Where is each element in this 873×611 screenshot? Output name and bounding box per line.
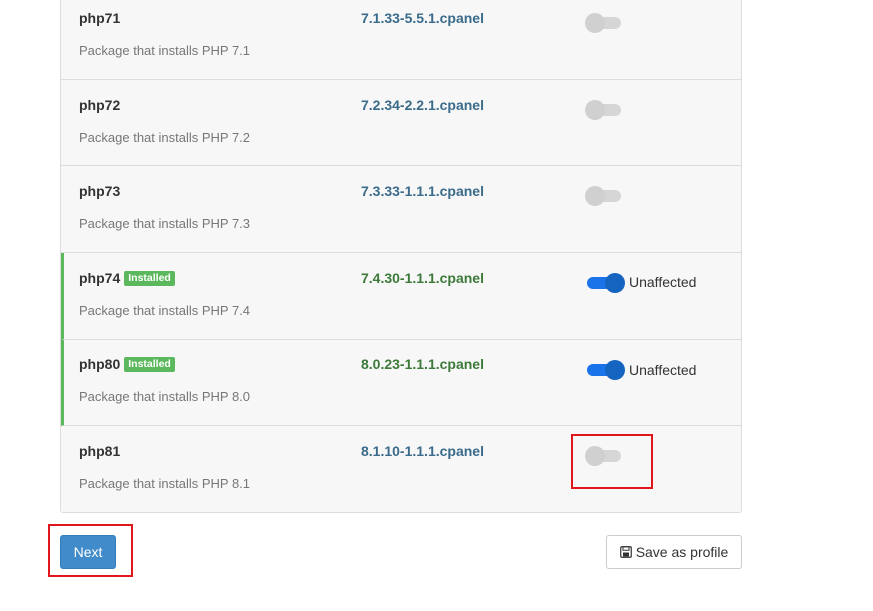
- package-status: Unaffected: [629, 362, 697, 378]
- save-as-profile-button[interactable]: Save as profile: [606, 535, 742, 569]
- package-row-php71: php71 Package that installs PHP 7.1 7.1.…: [61, 0, 741, 80]
- package-description: Package that installs PHP 8.0: [79, 389, 251, 404]
- package-description: Package that installs PHP 7.3: [79, 216, 251, 231]
- installed-badge: Installed: [124, 356, 175, 372]
- next-button[interactable]: Next: [60, 535, 116, 569]
- package-status: Unaffected: [629, 274, 697, 290]
- toggle-knob: [605, 360, 625, 380]
- package-list: php71 Package that installs PHP 7.1 7.1.…: [60, 0, 742, 513]
- package-description: Package that installs PHP 7.4: [79, 303, 251, 318]
- package-version: 7.3.33-1.1.1.cpanel: [361, 183, 484, 199]
- package-version: 7.2.34-2.2.1.cpanel: [361, 97, 484, 113]
- save-as-profile-label: Save as profile: [635, 544, 729, 560]
- package-toggle-php71[interactable]: [585, 13, 621, 33]
- package-description: Package that installs PHP 7.2: [79, 130, 251, 145]
- toggle-knob: [605, 273, 625, 293]
- package-toggle-php80[interactable]: [587, 360, 625, 380]
- package-name: php74 Installed: [79, 270, 175, 286]
- package-row-php74: php74 Installed Package that installs PH…: [61, 253, 741, 340]
- package-version: 8.0.23-1.1.1.cpanel: [361, 356, 484, 372]
- package-toggle-php81[interactable]: [585, 446, 621, 466]
- package-description: Package that installs PHP 8.1: [79, 476, 251, 491]
- package-toggle-php72[interactable]: [585, 100, 621, 120]
- toggle-knob: [585, 100, 605, 120]
- installed-badge: Installed: [124, 270, 175, 286]
- package-description: Package that installs PHP 7.1: [79, 43, 251, 58]
- package-version: 7.1.33-5.5.1.cpanel: [361, 10, 484, 26]
- toggle-knob: [585, 446, 605, 466]
- package-toggle-php73[interactable]: [585, 186, 621, 206]
- floppy-disk-icon: [619, 546, 632, 558]
- package-toggle-php74[interactable]: [587, 273, 625, 293]
- package-row-php73: php73 Package that installs PHP 7.3 7.3.…: [61, 166, 741, 253]
- package-row-php72: php72 Package that installs PHP 7.2 7.2.…: [61, 80, 741, 166]
- package-name: php81: [79, 443, 121, 459]
- package-name: php72: [79, 97, 121, 113]
- toggle-knob: [585, 186, 605, 206]
- package-version: 7.4.30-1.1.1.cpanel: [361, 270, 484, 286]
- package-version: 8.1.10-1.1.1.cpanel: [361, 443, 484, 459]
- package-name: php73: [79, 183, 121, 199]
- package-row-php81: php81 Package that installs PHP 8.1 8.1.…: [61, 426, 741, 512]
- package-name: php71: [79, 10, 121, 26]
- package-row-php80: php80 Installed Package that installs PH…: [61, 340, 741, 426]
- package-name: php80 Installed: [79, 356, 175, 372]
- toggle-knob: [585, 13, 605, 33]
